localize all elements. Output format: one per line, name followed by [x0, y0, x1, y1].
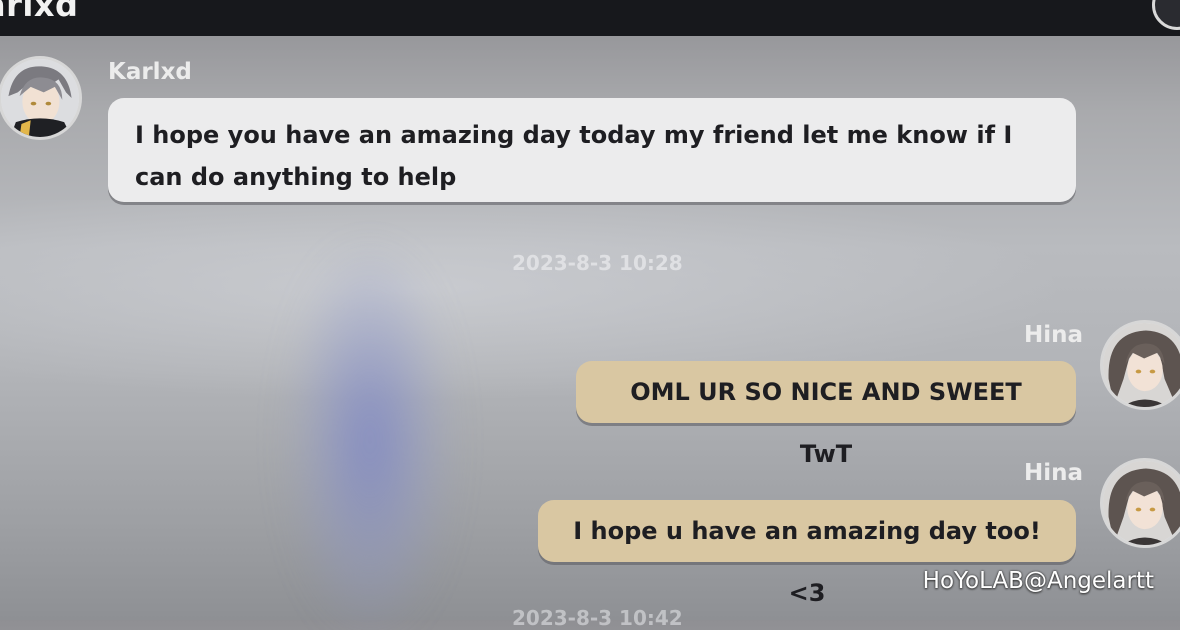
watermark: HoYoLAB@Angelartt — [922, 568, 1154, 594]
avatar-karlxd[interactable] — [0, 56, 82, 140]
message-bubble-outgoing[interactable]: OML UR SO NICE AND SWEET TwT — [576, 361, 1076, 468]
chat-header: arlxd — [0, 0, 1180, 36]
message-timestamp: 2023-8-3 10:42 — [512, 606, 683, 630]
sender-name: Hina — [1024, 460, 1084, 486]
message-timestamp: 2023-8-3 10:28 — [512, 251, 683, 275]
chat-title: arlxd — [0, 0, 79, 24]
sender-name: Karlxd — [108, 59, 192, 85]
header-action-button[interactable] — [1152, 0, 1180, 30]
avatar-image — [1103, 461, 1180, 545]
avatar-hina[interactable] — [1100, 320, 1180, 410]
avatar-hina[interactable] — [1100, 458, 1180, 548]
avatar-image — [1103, 323, 1180, 407]
message-bubble-outgoing[interactable]: I hope u have an amazing day too! <3 — [538, 500, 1076, 607]
message-text: I hope you have an amazing day today my … — [135, 121, 1013, 191]
sender-name: Hina — [1024, 322, 1084, 348]
avatar-image — [1, 59, 79, 137]
message-bubble-incoming[interactable]: I hope you have an amazing day today my … — [108, 98, 1076, 202]
background-blur — [290, 250, 450, 630]
message-text: OML UR SO NICE AND SWEET TwT — [630, 378, 1022, 468]
